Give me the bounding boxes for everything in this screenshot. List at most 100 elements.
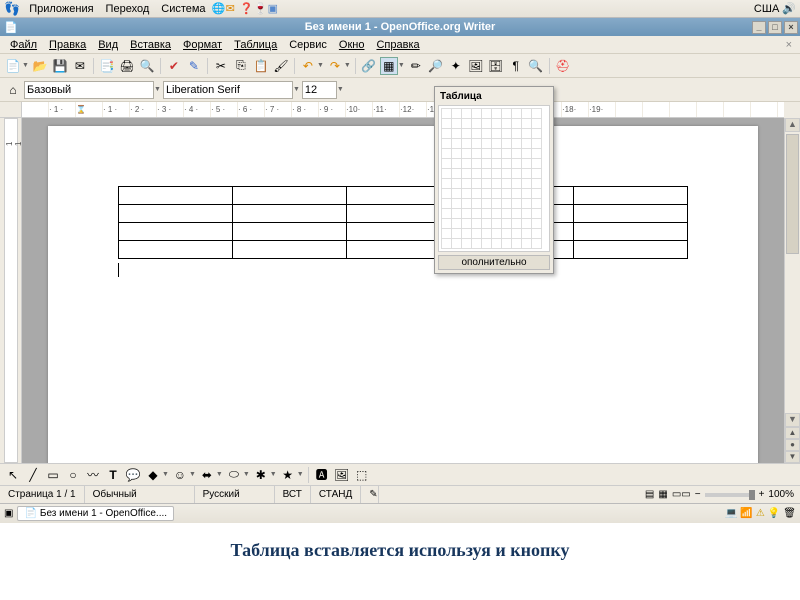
spellcheck-button[interactable]: ✔ [165, 57, 183, 75]
save-button[interactable]: 💾 [51, 57, 69, 75]
stars-tool[interactable]: ★ [279, 466, 297, 484]
document-close-button[interactable]: × [782, 39, 796, 51]
nonprinting-chars-button[interactable]: ¶ [507, 57, 525, 75]
line-tool[interactable]: ╱ [24, 466, 42, 484]
text-tool[interactable]: T [104, 466, 122, 484]
status-selection-mode[interactable]: СТАНД [311, 486, 361, 503]
rect-tool[interactable]: ▭ [44, 466, 62, 484]
menu-window[interactable]: Окно [333, 39, 371, 51]
hyperlink-button[interactable]: 🔗 [360, 57, 378, 75]
freeform-tool[interactable]: 〰 [84, 466, 102, 484]
paragraph-style-select[interactable] [24, 81, 154, 99]
ellipse-tool[interactable]: ○ [64, 466, 82, 484]
zoom-slider[interactable] [705, 493, 755, 497]
callouts-tool[interactable]: ✱ [252, 466, 270, 484]
new-doc-button[interactable]: 📄 [4, 57, 22, 75]
close-button[interactable]: × [784, 21, 798, 34]
nav-target-button[interactable]: ● [785, 439, 800, 451]
font-size-select[interactable] [302, 81, 337, 99]
zoom-in-icon[interactable]: + [759, 489, 765, 500]
desktop-launcher-icon[interactable]: ▣ [268, 2, 282, 16]
maximize-button[interactable]: □ [768, 21, 782, 34]
copy-button[interactable]: ⎘ [232, 57, 250, 75]
minimize-button[interactable]: _ [752, 21, 766, 34]
show-draw-button[interactable]: ✏ [407, 57, 425, 75]
flowchart-tool[interactable]: ⬭ [225, 466, 243, 484]
format-paintbrush-button[interactable]: 🖌 [272, 57, 290, 75]
document-viewport[interactable] [22, 118, 784, 463]
next-page-nav[interactable]: ▼ [785, 451, 800, 463]
auto-spellcheck-button[interactable]: ✎ [185, 57, 203, 75]
export-pdf-button[interactable]: 📑 [98, 57, 116, 75]
menu-edit[interactable]: Правка [43, 39, 92, 51]
view-multi-page-icon[interactable]: ▦ [658, 489, 667, 500]
mail-launcher-icon[interactable]: ✉ [226, 2, 240, 16]
font-name-select[interactable] [163, 81, 293, 99]
menu-format[interactable]: Формат [177, 39, 228, 51]
inserted-table[interactable] [118, 186, 688, 259]
from-file-tool[interactable]: 🖼 [333, 466, 351, 484]
menu-tools[interactable]: Сервис [283, 39, 333, 51]
symbol-shapes-tool[interactable]: ☺ [171, 466, 189, 484]
gnome-system-menu[interactable]: Система [155, 3, 211, 15]
vertical-ruler[interactable]: 112345678910 [0, 118, 22, 463]
print-button[interactable]: 🖨 [118, 57, 136, 75]
table-more-button[interactable]: ополнительно [438, 255, 550, 270]
tray-bulb-icon[interactable]: 💡 [768, 508, 780, 519]
scroll-thumb[interactable] [786, 134, 799, 254]
show-desktop-icon[interactable]: ▣ [4, 508, 13, 519]
tray-trash-icon[interactable]: 🗑 [783, 508, 796, 519]
vertical-scrollbar[interactable]: ▲ ▼ ▲ ● ▼ [784, 118, 800, 463]
paste-button[interactable]: 📋 [252, 57, 270, 75]
zoom-value[interactable]: 100% [768, 489, 794, 500]
zoom-button[interactable]: 🔍 [527, 57, 545, 75]
basic-shapes-tool[interactable]: ◆ [144, 466, 162, 484]
print-preview-button[interactable]: 🔍 [138, 57, 156, 75]
view-book-icon[interactable]: ▭▭ [672, 489, 691, 500]
redo-button[interactable]: ↷ [326, 57, 344, 75]
volume-icon[interactable]: 🔊 [782, 2, 796, 15]
block-arrows-tool[interactable]: ⬌ [198, 466, 216, 484]
styles-window-button[interactable]: ⌂ [4, 81, 22, 99]
undo-button[interactable]: ↶ [299, 57, 317, 75]
prev-page-nav[interactable]: ▲ [785, 427, 800, 439]
help-launcher-icon[interactable]: ❓ [240, 2, 254, 16]
open-button[interactable]: 📂 [31, 57, 49, 75]
zoom-out-icon[interactable]: − [695, 489, 701, 500]
navigator-button[interactable]: ✦ [447, 57, 465, 75]
taskbar-window-button[interactable]: 📄 Без имени 1 - OpenOffice.... [17, 506, 174, 521]
menu-help[interactable]: Справка [370, 39, 425, 51]
wine-launcher-icon[interactable]: 🍷 [254, 2, 268, 16]
gnome-places-menu[interactable]: Переход [100, 3, 156, 15]
menu-view[interactable]: Вид [92, 39, 124, 51]
select-tool[interactable]: ↖ [4, 466, 22, 484]
status-language[interactable]: Русский [195, 486, 275, 503]
keyboard-layout-indicator[interactable]: США [754, 3, 779, 15]
horizontal-ruler[interactable]: · 1 ·⌛· 1 ·· 2 ·· 3 ·· 4 ·· 5 ·· 6 ·· 7 … [22, 102, 784, 118]
menu-table[interactable]: Таблица [228, 39, 283, 51]
document-page[interactable] [48, 126, 758, 463]
tray-update-icon[interactable]: 📶 [740, 508, 752, 519]
cut-button[interactable]: ✂ [212, 57, 230, 75]
table-grid-picker[interactable] [438, 105, 550, 252]
gallery-button[interactable]: 🖼 [467, 57, 485, 75]
browser-launcher-icon[interactable]: 🌐 [212, 2, 226, 16]
extrusion-tool[interactable]: ⬚ [353, 466, 371, 484]
callout-tool[interactable]: 💬 [124, 466, 142, 484]
status-page-style[interactable]: Обычный [85, 486, 195, 503]
insert-table-button[interactable]: ▦ [380, 57, 398, 75]
scroll-down-button[interactable]: ▼ [785, 413, 800, 427]
help-button[interactable]: ⛑ [554, 57, 572, 75]
view-single-page-icon[interactable]: ▤ [645, 489, 654, 500]
scroll-up-button[interactable]: ▲ [785, 118, 800, 132]
tray-shield-icon[interactable]: ⚠ [756, 508, 765, 519]
tray-network-icon[interactable]: 💻 [725, 508, 737, 519]
fontwork-tool[interactable]: 🅰 [313, 466, 331, 484]
email-button[interactable]: ✉ [71, 57, 89, 75]
gnome-applications-menu[interactable]: Приложения [23, 3, 99, 15]
status-insert-mode[interactable]: ВСТ [275, 486, 311, 503]
menu-file[interactable]: Файл [4, 39, 43, 51]
menu-insert[interactable]: Вставка [124, 39, 177, 51]
data-sources-button[interactable]: 🗄 [487, 57, 505, 75]
find-button[interactable]: 🔎 [427, 57, 445, 75]
